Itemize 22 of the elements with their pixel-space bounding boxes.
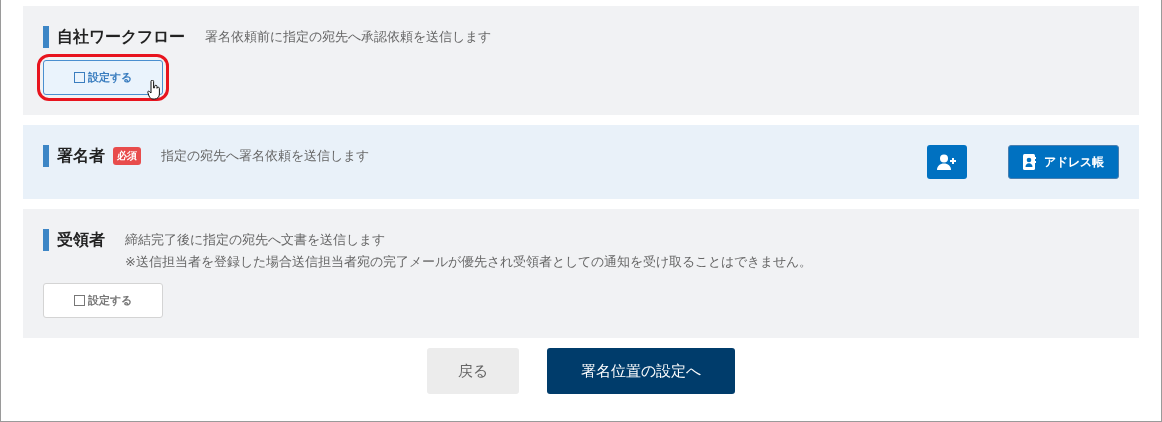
required-badge: 必須 [113, 147, 141, 165]
accent-bar [43, 145, 49, 167]
square-icon [74, 295, 85, 306]
square-icon [74, 72, 85, 83]
next-button[interactable]: 署名位置の設定へ [547, 348, 735, 394]
section-description: ※送信担当者を登録した場合送信担当者宛の完了メールが優先され受領者としての通知を受け取ることはできません。 [125, 253, 812, 271]
accent-bar [43, 26, 49, 48]
section-title: 自社ワークフロー [57, 26, 185, 48]
add-user-icon [937, 154, 957, 170]
setting-button[interactable]: 設定する [43, 283, 163, 318]
hand-cursor-icon [147, 80, 161, 100]
section-title: 署名者 [57, 145, 105, 167]
section-description: 指定の宛先へ署名依頼を送信します [161, 147, 369, 165]
section-title: 受領者 [57, 229, 105, 251]
setting-button[interactable]: 設定する [43, 60, 163, 95]
add-user-button[interactable] [927, 145, 967, 179]
address-book-button[interactable]: アドレス帳 [1008, 145, 1119, 179]
back-button[interactable]: 戻る [427, 348, 519, 394]
section-description: 締結完了後に指定の宛先へ文書を送信します [125, 231, 386, 249]
contact-card-icon [1023, 154, 1036, 170]
section-description: 署名依頼前に指定の宛先へ承認依頼を送信します [205, 28, 491, 46]
accent-bar [43, 229, 49, 251]
